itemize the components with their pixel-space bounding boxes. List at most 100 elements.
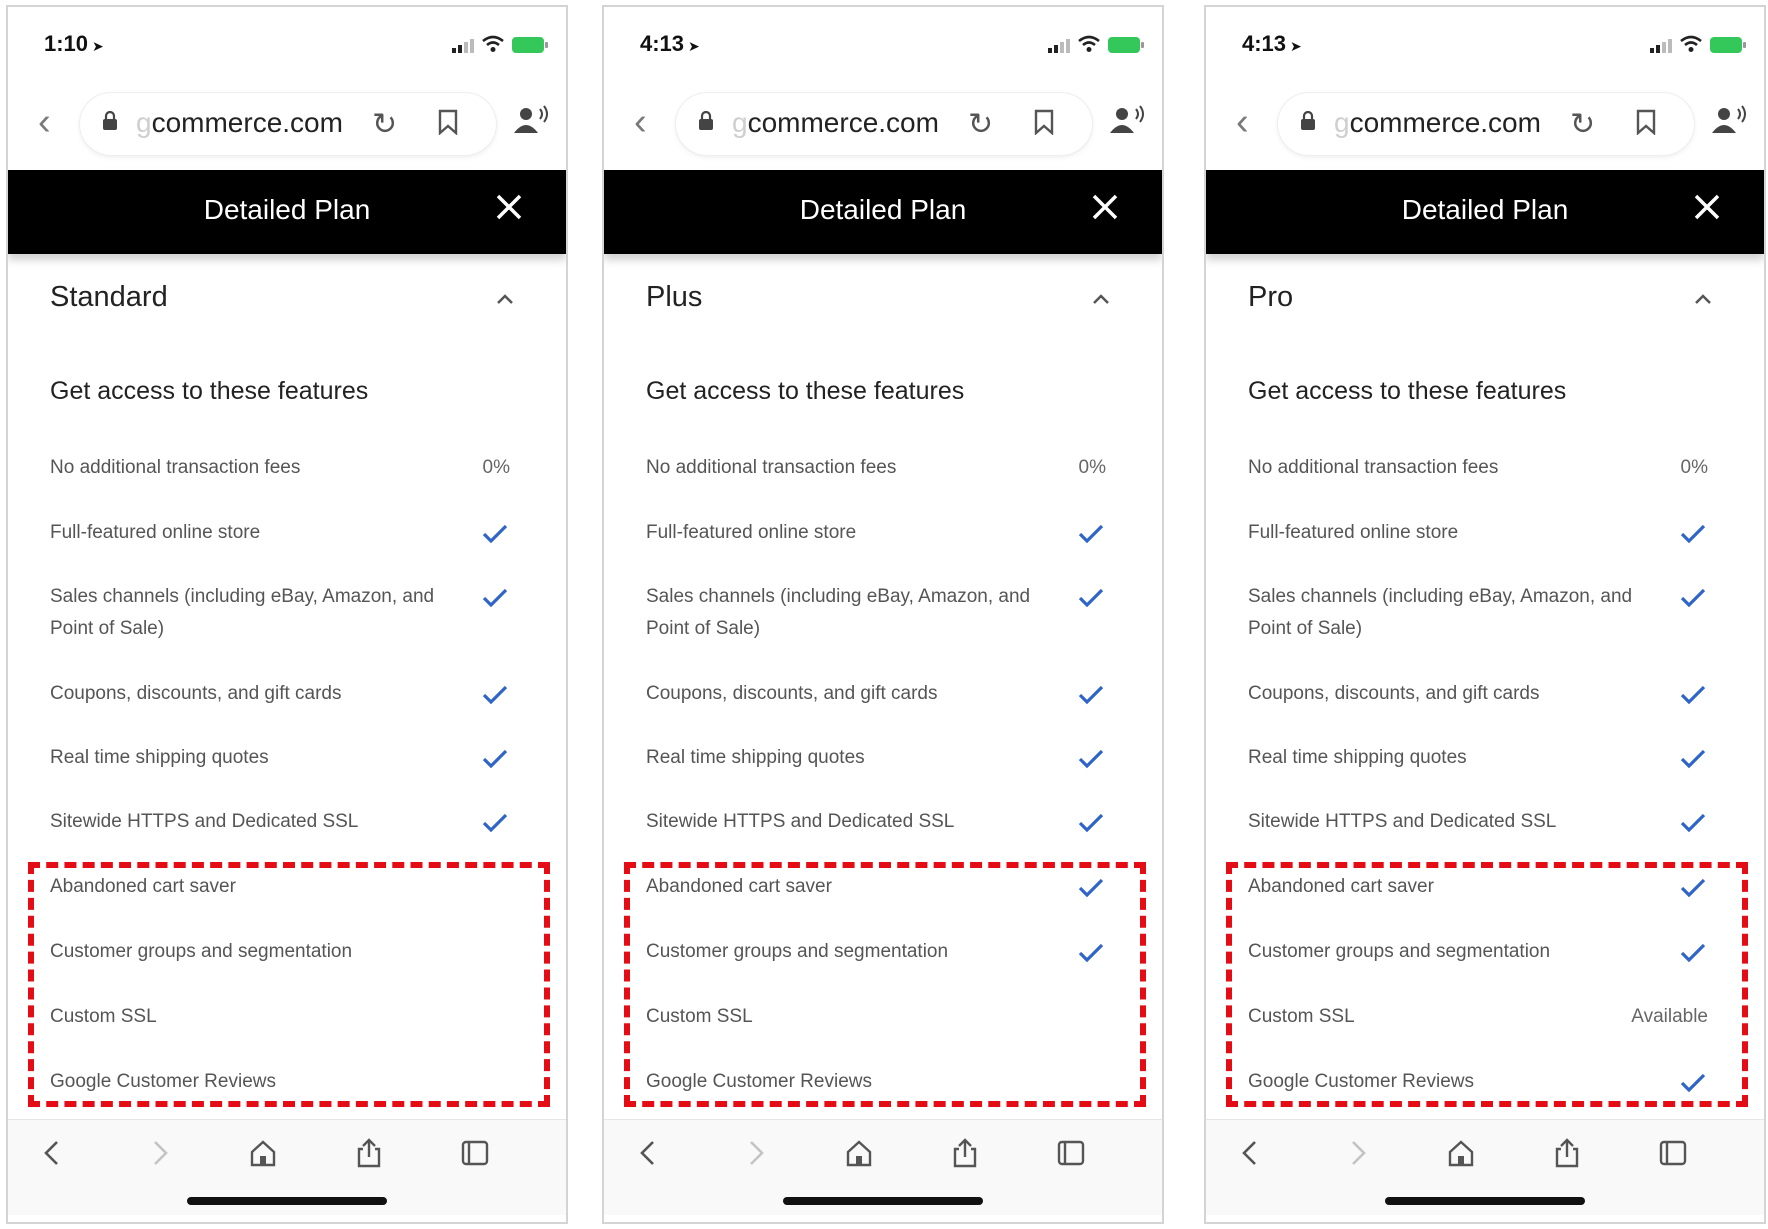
toolbar-back-icon[interactable] <box>1236 1138 1266 1168</box>
address-bar[interactable]: gcommerce.com ↻ <box>80 93 496 155</box>
battery-icon <box>1108 37 1144 53</box>
feature-label: No additional transaction fees <box>646 457 897 478</box>
feature-label: Sales channels (including eBay, Amazon, … <box>50 586 435 639</box>
feature-row: No additional transaction fees 0% <box>646 452 1116 502</box>
feature-label: Coupons, discounts, and gift cards <box>50 683 342 704</box>
feature-label: Sitewide HTTPS and Dedicated SSL <box>646 811 955 832</box>
feature-row: Coupons, discounts, and gift cards <box>646 678 1116 728</box>
home-icon[interactable] <box>844 1138 874 1168</box>
bookmark-icon[interactable] <box>1034 109 1054 135</box>
feature-row: No additional transaction fees 0% <box>50 452 520 502</box>
share-icon[interactable] <box>354 1138 384 1168</box>
highlight-box <box>1226 862 1748 1107</box>
feature-label: No additional transaction fees <box>1248 457 1499 478</box>
browser-toolbar <box>1206 1119 1764 1215</box>
chevron-up-icon[interactable] <box>1092 293 1110 305</box>
feature-row: Full-featured online store <box>646 517 1116 567</box>
url-domain: commerce.com <box>1349 107 1541 138</box>
chevron-up-icon[interactable] <box>1694 293 1712 305</box>
address-bar[interactable]: gcommerce.com ↻ <box>1278 93 1694 155</box>
feature-label: No additional transaction fees <box>50 457 301 478</box>
status-icons <box>1048 33 1144 53</box>
feature-label: Full-featured online store <box>646 522 857 543</box>
browser-toolbar <box>604 1119 1162 1215</box>
signal-icon <box>452 39 474 53</box>
status-time-text: 1:10 <box>44 31 89 56</box>
toolbar-back-icon[interactable] <box>634 1138 664 1168</box>
checkmark-icon <box>1680 749 1706 769</box>
status-time-text: 4:13 <box>640 31 685 56</box>
home-indicator <box>1385 1197 1585 1205</box>
browser-back-icon[interactable]: ‹ <box>38 101 51 144</box>
feature-label: Full-featured online store <box>1248 522 1459 543</box>
feature-label: Sitewide HTTPS and Dedicated SSL <box>1248 811 1557 832</box>
toolbar-forward-icon[interactable] <box>740 1138 770 1168</box>
url-text: gcommerce.com <box>136 107 343 139</box>
reader-voice-icon[interactable] <box>1710 105 1748 135</box>
bookmark-icon[interactable] <box>1636 109 1656 135</box>
features-heading: Get access to these features <box>1248 377 1567 405</box>
feature-value: 0% <box>1078 457 1106 478</box>
feature-label: Real time shipping quotes <box>50 747 269 768</box>
feature-label: Full-featured online store <box>50 522 261 543</box>
bookmark-icon[interactable] <box>438 109 458 135</box>
status-time: 4:13 ➤ <box>640 31 700 57</box>
status-time: 4:13 ➤ <box>1242 31 1302 57</box>
lock-icon <box>103 111 117 130</box>
plan-name[interactable]: Plus <box>646 281 702 314</box>
feature-row: Sitewide HTTPS and Dedicated SSL <box>1248 806 1718 856</box>
browser-back-icon[interactable]: ‹ <box>1236 101 1249 144</box>
close-icon[interactable] <box>1692 192 1722 222</box>
reload-icon[interactable]: ↻ <box>372 107 397 142</box>
tabs-icon[interactable] <box>1056 1138 1086 1168</box>
feature-row: Full-featured online store <box>1248 517 1718 567</box>
plan-name[interactable]: Pro <box>1248 281 1293 314</box>
close-icon[interactable] <box>494 192 524 222</box>
url-text: gcommerce.com <box>732 107 939 139</box>
checkmark-icon <box>482 813 508 833</box>
feature-label: Real time shipping quotes <box>1248 747 1467 768</box>
checkmark-icon <box>1680 685 1706 705</box>
reader-voice-icon[interactable] <box>512 105 550 135</box>
tabs-icon[interactable] <box>1658 1138 1688 1168</box>
toolbar-forward-icon[interactable] <box>1342 1138 1372 1168</box>
checkmark-icon <box>1680 524 1706 544</box>
location-arrow-icon: ➤ <box>688 38 700 54</box>
feature-row: Sitewide HTTPS and Dedicated SSL <box>646 806 1116 856</box>
phone-screen-plus: 4:13 ➤ ‹ gcommerce.com ↻ Detailed Plan Pl… <box>602 5 1164 1224</box>
share-icon[interactable] <box>1552 1138 1582 1168</box>
checkmark-icon <box>1680 588 1706 608</box>
location-arrow-icon: ➤ <box>1290 38 1302 54</box>
home-icon[interactable] <box>1446 1138 1476 1168</box>
share-icon[interactable] <box>950 1138 980 1168</box>
browser-back-icon[interactable]: ‹ <box>634 101 647 144</box>
browser-address-row: ‹ gcommerce.com ↻ <box>604 87 1162 163</box>
checkmark-icon <box>1078 813 1104 833</box>
checkmark-icon <box>482 524 508 544</box>
reload-icon[interactable]: ↻ <box>968 107 993 142</box>
tabs-icon[interactable] <box>460 1138 490 1168</box>
address-bar[interactable]: gcommerce.com ↻ <box>676 93 1092 155</box>
feature-row: Sales channels (including eBay, Amazon, … <box>50 581 520 639</box>
chevron-up-icon[interactable] <box>496 293 514 305</box>
reader-voice-icon[interactable] <box>1108 105 1146 135</box>
home-icon[interactable] <box>248 1138 278 1168</box>
reload-icon[interactable]: ↻ <box>1570 107 1595 142</box>
checkmark-icon <box>482 685 508 705</box>
signal-icon <box>1048 39 1070 53</box>
status-icons <box>1650 33 1746 53</box>
feature-row: Coupons, discounts, and gift cards <box>1248 678 1718 728</box>
url-domain: commerce.com <box>747 107 939 138</box>
modal-header: Detailed Plan <box>1206 170 1764 254</box>
modal-header: Detailed Plan <box>8 170 566 254</box>
toolbar-back-icon[interactable] <box>38 1138 68 1168</box>
url-prefix: g <box>136 107 152 138</box>
features-heading: Get access to these features <box>646 377 965 405</box>
toolbar-forward-icon[interactable] <box>144 1138 174 1168</box>
modal-header: Detailed Plan <box>604 170 1162 254</box>
modal-title: Detailed Plan <box>799 194 967 225</box>
feature-label: Coupons, discounts, and gift cards <box>1248 683 1540 704</box>
close-icon[interactable] <box>1090 192 1120 222</box>
plan-name[interactable]: Standard <box>50 281 168 314</box>
highlight-box <box>28 862 550 1107</box>
